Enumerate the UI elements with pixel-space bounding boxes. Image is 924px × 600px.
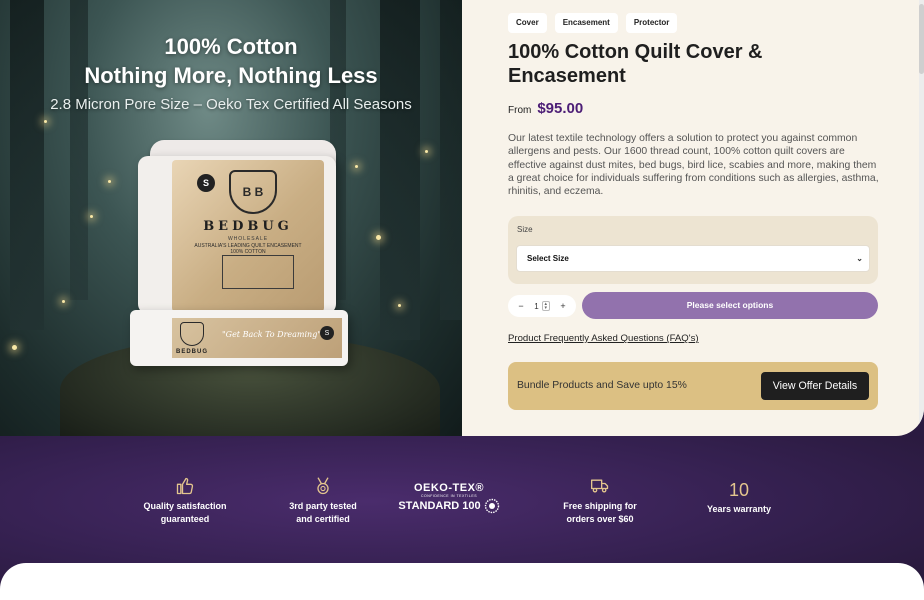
feature-text: Quality satisfaction	[143, 501, 227, 511]
oeko-tex-standard: STANDARD 100	[398, 500, 481, 512]
price-row: From $95.00	[508, 100, 583, 117]
product-price: $95.00	[537, 100, 584, 117]
product-description: Our latest textile technology offers a s…	[508, 133, 879, 198]
hero-headline-2: Nothing More, Nothing Less	[84, 63, 378, 88]
qty-value[interactable]: 1	[534, 302, 538, 311]
product-section: 100% Cotton Nothing More, Nothing Less 2…	[0, 0, 924, 436]
feature-warranty: 10 Years warranty	[679, 480, 799, 516]
oeko-tex-standard-row: STANDARD 100	[389, 498, 509, 514]
size-badge-icon: S	[197, 174, 215, 192]
scrollbar-thumb[interactable]	[919, 4, 924, 74]
firefly	[90, 215, 93, 218]
tag-cover[interactable]: Cover	[508, 13, 547, 33]
medal-icon	[317, 477, 329, 495]
product-tags: Cover Encasement Protector	[508, 13, 678, 33]
faq-link[interactable]: Product Frequently Asked Questions (FAQ'…	[508, 333, 699, 344]
size-select-value: Select Size	[527, 254, 569, 263]
hero-subline: 2.8 Micron Pore Size – Oeko Tex Certifie…	[50, 96, 412, 113]
brand-crest-small-icon	[180, 322, 204, 346]
qty-plus-button[interactable]: +	[556, 301, 570, 311]
feature-text: Years warranty	[706, 504, 772, 514]
spinner-icon[interactable]: ▴ ▾	[541, 301, 550, 311]
qty-minus-button[interactable]: −	[514, 301, 528, 311]
qty-value-wrap: 1 ▴ ▾	[534, 301, 550, 311]
package-brand-sub: WHOLESALE	[227, 236, 269, 242]
feature-text-2: and certified	[296, 514, 350, 524]
firefly	[108, 180, 111, 183]
firefly	[355, 165, 358, 168]
feature-text: 3rd party tested	[289, 501, 357, 511]
tag-protector[interactable]: Protector	[625, 13, 678, 33]
feature-text-2: orders over $60	[566, 514, 634, 524]
package-slogan: "Get Back To Dreaming"	[222, 330, 321, 339]
package-strip-brand: BEDBUG	[175, 349, 208, 355]
feature-oeko-tex: OEKO-TEX® CONFIDENCE IN TEXTILES STANDAR…	[389, 482, 509, 514]
bundle-offer-text: Bundle Products and Save upto 15%	[517, 380, 687, 391]
feature-shipping: Free shipping for orders over $60	[540, 476, 660, 526]
warranty-years-number: 10	[728, 480, 750, 500]
feature-text: Free shipping for	[563, 501, 637, 511]
add-to-cart-button[interactable]: Please select options	[582, 292, 878, 319]
firefly	[12, 345, 17, 350]
thumbs-up-icon	[176, 477, 194, 495]
size-select[interactable]: Select Size ⌄	[516, 245, 870, 272]
package-brand: BEDBUG	[203, 219, 293, 234]
next-section-card	[0, 563, 924, 600]
truck-icon	[591, 479, 609, 493]
oeko-tex-seal-icon	[484, 498, 499, 514]
price-prefix: From	[508, 105, 532, 116]
tag-encasement[interactable]: Encasement	[554, 13, 618, 33]
quantity-stepper[interactable]: − 1 ▴ ▾ +	[508, 295, 576, 317]
feature-tested: 3rd party tested and certified	[263, 476, 383, 526]
firefly	[398, 304, 401, 307]
view-offer-button[interactable]: View Offer Details	[761, 372, 869, 400]
oeko-tex-logo-title: OEKO-TEX®	[413, 482, 485, 494]
firefly	[376, 235, 381, 240]
package-info-box	[222, 255, 294, 289]
firefly	[44, 120, 47, 123]
product-hero-image: 100% Cotton Nothing More, Nothing Less 2…	[0, 0, 462, 436]
product-title: 100% Cotton Quilt Cover & Encasement	[508, 41, 763, 87]
size-badge-small-icon: S	[320, 326, 334, 340]
size-label: Size	[517, 225, 533, 234]
chevron-down-icon: ⌄	[856, 254, 863, 263]
hero-headline: 100% Cotton	[164, 34, 298, 59]
feature-text-2: guaranteed	[160, 514, 210, 524]
firefly	[425, 150, 428, 153]
firefly	[62, 300, 65, 303]
feature-quality: Quality satisfaction guaranteed	[125, 476, 245, 526]
package-tagline: AUSTRALIA'S LEADING QUILT ENCASEMENT 100…	[172, 243, 324, 255]
